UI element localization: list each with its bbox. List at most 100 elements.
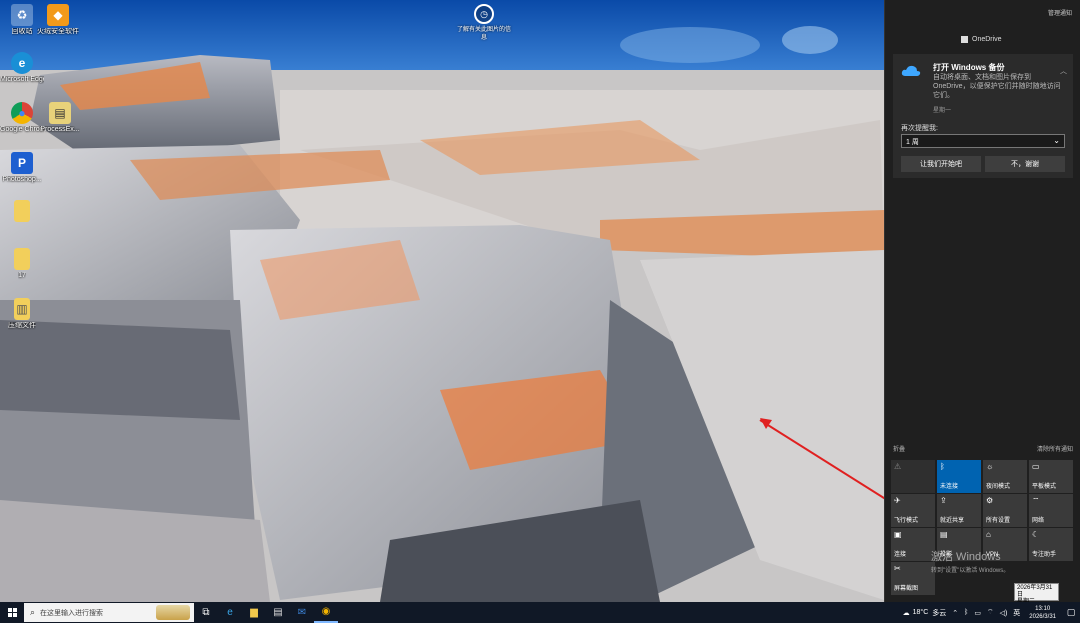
notification-center-icon[interactable]: ▢	[1062, 602, 1080, 623]
start-backup-button[interactable]: 让我们开始吧	[901, 156, 981, 172]
desktop-icon-photoshop[interactable]: P Photoshop...	[0, 152, 44, 184]
desktop-icon-label: 压缩文件	[8, 322, 36, 329]
chevron-up-icon[interactable]: ⌃	[949, 609, 961, 617]
onedrive-app-icon	[961, 36, 968, 43]
tile-all-settings[interactable]: ⚙ 所有设置	[983, 494, 1027, 527]
tile-focus-assist[interactable]: ☾ 专注助手	[1029, 528, 1073, 561]
manage-notifications-link[interactable]: 管理通知	[1048, 8, 1072, 17]
moon-icon: ☾	[1032, 530, 1040, 539]
tile-bluetooth[interactable]: ᛒ 未连接	[937, 460, 981, 493]
tile-label: 所有设置	[986, 518, 1011, 524]
taskbar-clock[interactable]: 13:10 2026/3/31	[1023, 605, 1062, 621]
date-tooltip: 2026年3月31日 星期二	[1014, 583, 1059, 605]
airplane-icon: ✈	[894, 496, 901, 505]
tile-network[interactable]: ⌔ 网络	[1029, 494, 1073, 527]
desktop-wallpaper	[0, 0, 884, 602]
search-icon: ⌕	[30, 607, 36, 617]
mail-icon[interactable]: ✉	[290, 602, 314, 623]
bluetooth-icon: ᛒ	[940, 462, 945, 471]
bluetooth-icon[interactable]: ᛒ	[961, 609, 971, 616]
quick-action-tiles: ⚠ ᛒ 未连接 ☼ 夜间模式 ▭ 平板模式 ✈ 飞行模式 ⇪ 就近共享 ⚙ 所有设置 ⌔ 网络…	[891, 460, 1075, 595]
desktop-icon-folder-17[interactable]: 17	[0, 248, 44, 280]
weather-description: 多云	[932, 609, 947, 617]
chevron-down-icon: ⌄	[1053, 136, 1060, 145]
notification-title: 打开 Windows 备份	[933, 63, 1005, 72]
task-view-icon[interactable]: ⧉	[194, 602, 218, 623]
shield-icon: ◆	[47, 4, 69, 26]
activate-windows-subtitle: 转到"设置"以激活 Windows。	[931, 568, 1010, 574]
file-icon: ▤	[49, 102, 71, 124]
tile-screenshot[interactable]: ✂ 屏幕截图	[891, 562, 935, 595]
file-explorer-icon[interactable]: ▆	[242, 602, 266, 623]
tile-label: 夜间模式	[986, 484, 1011, 490]
notification-app-name: OneDrive	[972, 36, 1002, 43]
recycle-bin-icon: ♻	[11, 4, 33, 26]
network-icon[interactable]: ⌔	[984, 608, 997, 617]
vpn-icon: ⌂	[986, 530, 991, 539]
windows-logo-icon	[7, 608, 17, 617]
search-highlight-image	[156, 605, 190, 620]
learn-about-picture[interactable]: ◷ 了解有关此图片的信息	[456, 4, 512, 42]
battery-icon: ⚠	[894, 462, 902, 471]
tile-airplane-mode[interactable]: ✈ 飞行模式	[891, 494, 935, 527]
weather-widget[interactable]: ☁ 18°C 多云	[900, 608, 950, 618]
tile-connect[interactable]: ▣ 连接	[891, 528, 935, 561]
tile-label: 就近共享	[940, 518, 965, 524]
volume-icon[interactable]: ◁)	[997, 609, 1011, 617]
folder-icon	[14, 248, 30, 270]
night-light-icon: ☼	[986, 462, 994, 471]
taskbar: ⌕ 在这里输入进行搜索 ⧉ e ▆ ▤ ✉ ◉ ☁ 18°C 多云 ⌃ ᛒ ▭ …	[0, 602, 1080, 623]
notification-body: 自动将桌面、文档和图片保存到 OneDrive，以便保护它们并随时随地访问它们。	[933, 74, 1061, 99]
connect-icon: ▣	[894, 530, 902, 539]
screenshot-icon: ✂	[894, 564, 901, 573]
desktop-icon-folder[interactable]	[0, 200, 44, 224]
decline-button[interactable]: 不，谢谢	[985, 156, 1065, 172]
tablet-icon: ▭	[1032, 462, 1040, 471]
collapse-quick-actions-link[interactable]: 折叠	[893, 447, 905, 453]
clock-date: 2026/3/31	[1029, 613, 1056, 620]
ime-indicator[interactable]: 英	[1010, 608, 1023, 618]
gear-icon: ⚙	[986, 496, 994, 505]
tile-label: 网络	[1032, 518, 1045, 524]
notification-time: 星期一	[933, 108, 952, 114]
notification-card[interactable]: 打开 Windows 备份 自动将桌面、文档和图片保存到 OneDrive，以便…	[893, 54, 1073, 178]
onedrive-cloud-icon	[901, 65, 921, 76]
remind-select[interactable]: 1 周 ⌄	[901, 134, 1065, 148]
clear-all-notifications-link[interactable]: 清除所有通知	[1037, 444, 1073, 453]
desktop-icon-label: Microsoft Edge	[0, 76, 44, 83]
remind-label: 再次提醒我:	[901, 125, 938, 132]
edge-icon[interactable]: e	[218, 602, 242, 623]
desktop-icon-huorong[interactable]: ◆ 火绒安全软件	[36, 4, 80, 36]
desktop-icon-processex[interactable]: ▤ ProcessEx...	[38, 102, 82, 134]
chrome-icon[interactable]: ◉	[314, 602, 338, 623]
share-icon: ⇪	[940, 496, 947, 505]
tile-label: 飞行模式	[894, 518, 919, 524]
desktop-icon-label: Photoshop...	[2, 176, 42, 183]
desktop-icon-label: 17	[18, 272, 26, 279]
action-center: 管理通知 OneDrive 打开 Windows 备份 自动将桌面、文档和图片保…	[884, 0, 1080, 602]
folder-icon	[14, 200, 30, 222]
weather-temperature: 18°C	[912, 609, 929, 616]
desktop: ♻ 回收站 ◆ 火绒安全软件 e Microsoft Edge ● Google…	[0, 0, 884, 602]
tile-nearby-share[interactable]: ⇪ 就近共享	[937, 494, 981, 527]
desktop-icon-zip[interactable]: ▥ 压缩文件	[0, 298, 44, 330]
tile-battery[interactable]: ⚠	[891, 460, 935, 493]
desktop-icon-edge[interactable]: e Microsoft Edge	[0, 52, 44, 84]
notification-app-header: OneDrive	[961, 36, 1002, 43]
learn-about-picture-label: 了解有关此图片的信息	[456, 27, 511, 41]
tile-label: 专注助手	[1032, 552, 1057, 558]
date-tooltip-date: 2026年3月31日	[1017, 585, 1053, 598]
tile-tablet-mode[interactable]: ▭ 平板模式	[1029, 460, 1073, 493]
system-tray: ☁ 18°C 多云 ⌃ ᛒ ▭ ⌔ ◁) 英 13:10 2026/3/31 ▢	[900, 602, 1080, 623]
desktop-icon-label: 回收站	[11, 28, 33, 35]
start-button[interactable]	[0, 602, 24, 623]
store-icon[interactable]: ▤	[266, 602, 290, 623]
tile-label: 屏幕截图	[894, 586, 919, 592]
project-icon: ▤	[940, 530, 948, 539]
battery-icon[interactable]: ▭	[971, 609, 984, 617]
chevron-up-icon[interactable]: ︿	[1060, 66, 1067, 76]
tile-label: 未连接	[940, 484, 959, 490]
tile-night-light[interactable]: ☼ 夜间模式	[983, 460, 1027, 493]
taskbar-search-box[interactable]: ⌕ 在这里输入进行搜索	[24, 603, 194, 622]
clock-time: 13:10	[1035, 605, 1051, 612]
